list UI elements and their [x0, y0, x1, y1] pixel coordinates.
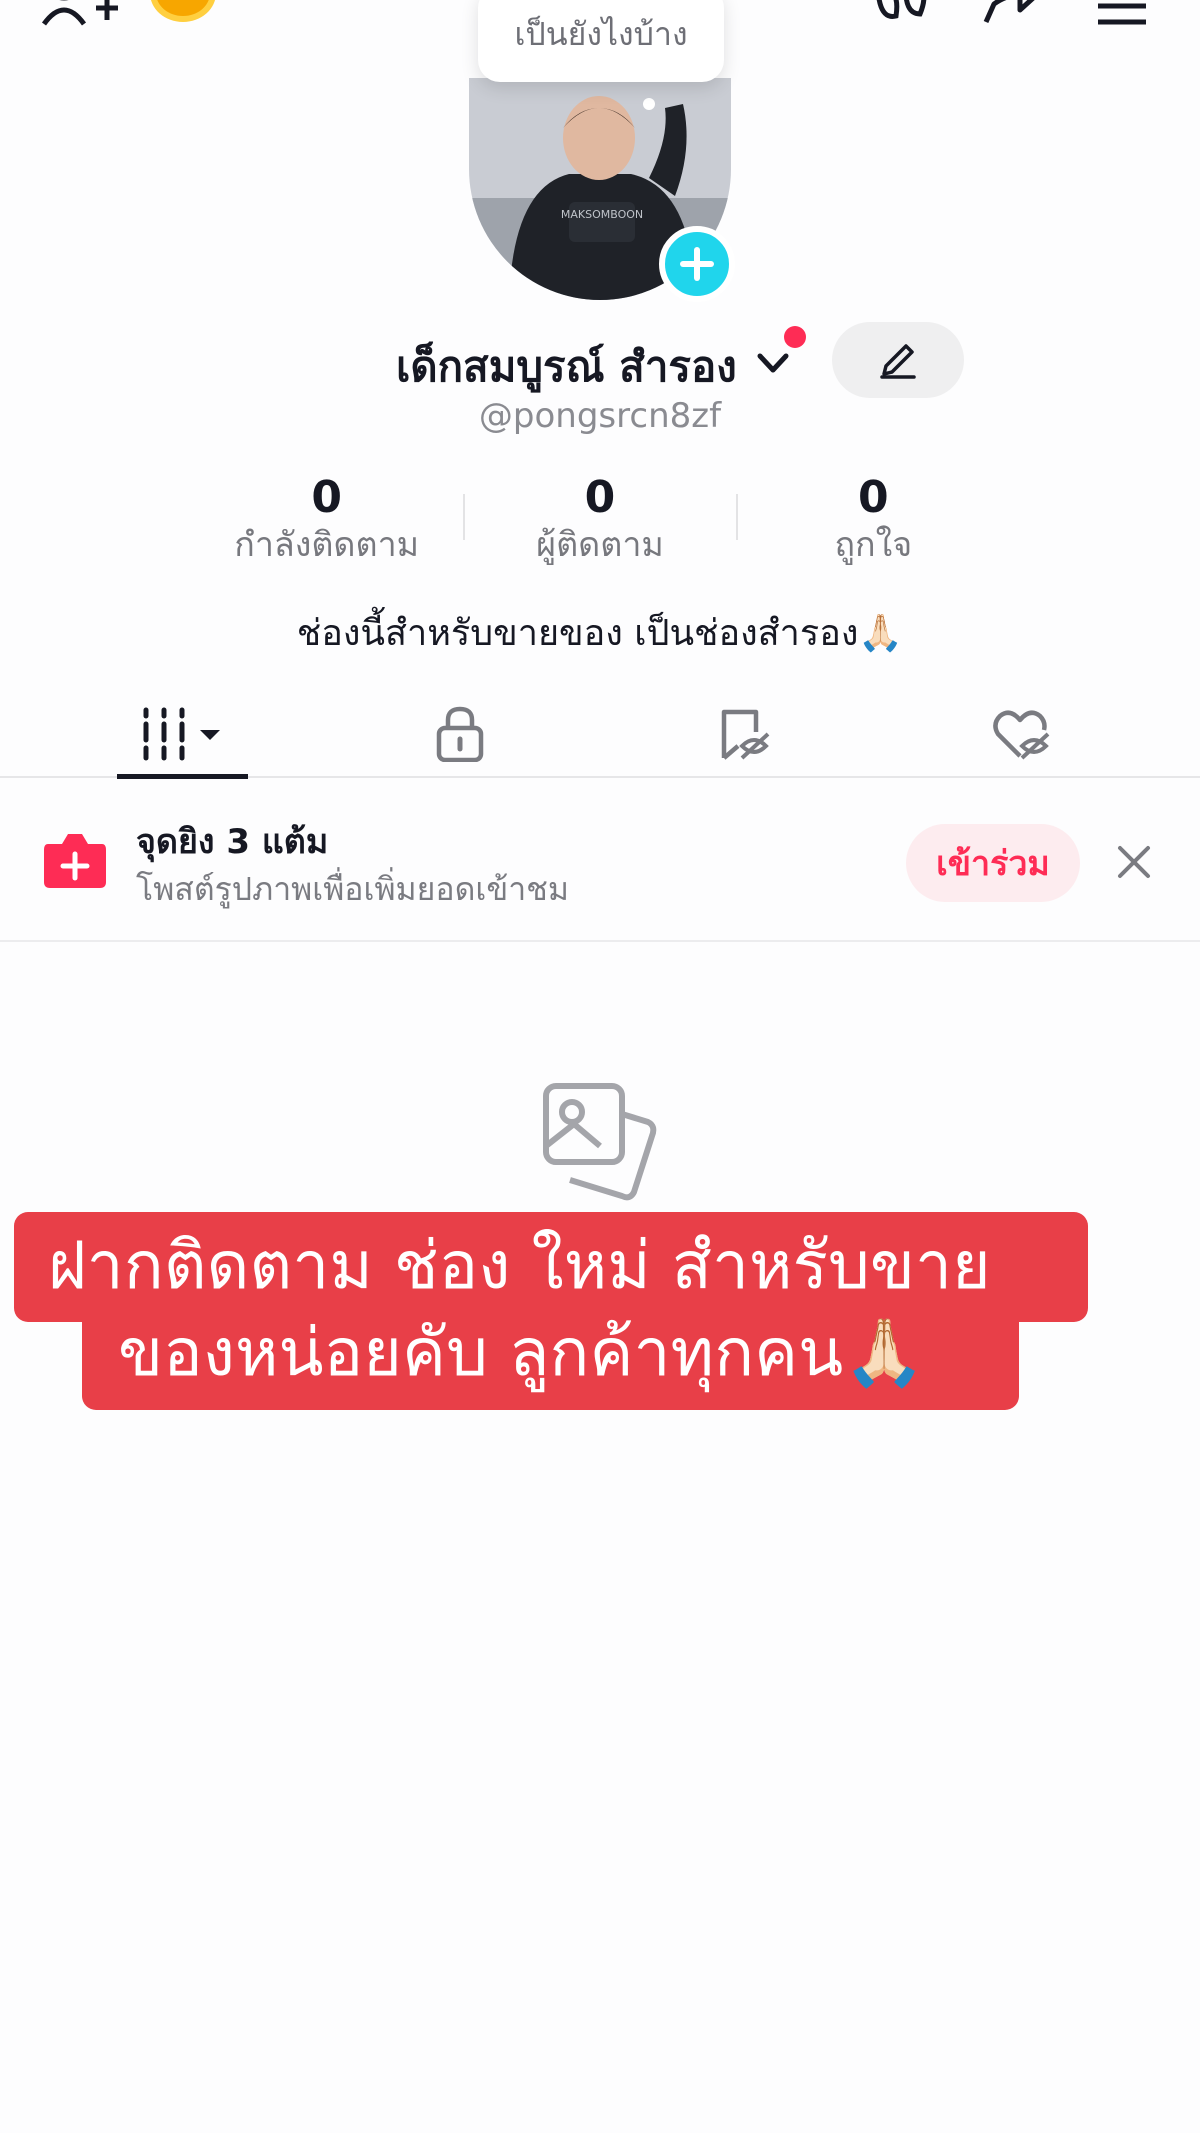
stat-value: 0 — [584, 472, 616, 523]
activity-bubble[interactable]: เป็นยังไงบ้าง — [478, 0, 724, 82]
notification-dot — [784, 326, 806, 348]
tab-liked[interactable] — [960, 690, 1080, 778]
caption-line-2: ของหน่อยคับ ลูกค้าทุกคน🙏🏻 — [82, 1304, 1019, 1410]
stat-label: ถูกใจ — [834, 525, 913, 565]
plus-icon — [680, 247, 714, 281]
edit-profile-button[interactable] — [832, 322, 964, 398]
add-friend-icon[interactable] — [40, 0, 120, 26]
liked-hidden-icon — [993, 710, 1050, 760]
footprint-icon[interactable] — [870, 0, 934, 26]
display-name[interactable]: เด็กสมบูรณ์ สำรอง — [396, 334, 737, 400]
add-story-button[interactable] — [659, 226, 735, 302]
stat-value: 0 — [858, 472, 889, 523]
stat-followers[interactable]: 0 ผู้ติดตาม — [463, 474, 736, 566]
stat-label: ผู้ติดตาม — [536, 525, 664, 565]
banner-subtitle: โพสต์รูปภาพเพื่อเพิ่มยอดเข้าชม — [136, 870, 569, 908]
divider — [463, 494, 465, 540]
challenge-banner[interactable]: จุดยิง 3 แต้ม โพสต์รูปภาพเพื่อเพิ่มยอดเข… — [0, 780, 1200, 942]
content-tabs — [0, 690, 1200, 779]
tab-videos[interactable] — [117, 690, 248, 778]
profile-stats: 0 กำลังติดตาม 0 ผู้ติดตาม 0 ถูกใจ — [190, 474, 1010, 566]
private-lock-icon — [436, 706, 484, 762]
chevron-down-icon[interactable] — [756, 346, 790, 380]
pencil-icon — [880, 344, 916, 379]
close-icon[interactable] — [1114, 842, 1154, 882]
stat-label: กำลังติดตาม — [234, 525, 420, 565]
stat-value: 0 — [311, 472, 342, 523]
active-tab-indicator — [117, 774, 248, 779]
profile-bio: ช่องนี้สำหรับขายของ เป็นช่องสำรอง🙏🏻 — [296, 613, 904, 654]
tab-favorites[interactable] — [684, 690, 804, 778]
coin-icon[interactable] — [150, 0, 216, 22]
share-icon[interactable] — [980, 0, 1044, 26]
join-button[interactable]: เข้าร่วม — [906, 824, 1080, 902]
videos-grid-icon — [143, 707, 220, 761]
hoodie-print: MAKSOMBOON — [561, 208, 643, 221]
divider — [736, 494, 738, 540]
menu-icon[interactable] — [1096, 0, 1148, 26]
stat-following[interactable]: 0 กำลังติดตาม — [190, 474, 463, 566]
favorites-hidden-icon — [721, 709, 770, 760]
banner-title: จุดยิง 3 แต้ม — [136, 822, 329, 862]
empty-photos-icon — [543, 1083, 657, 1201]
photo-post-icon — [44, 834, 106, 888]
stat-likes[interactable]: 0 ถูกใจ — [737, 474, 1010, 566]
username: @pongsrcn8zf — [478, 396, 722, 436]
profile-name-row: เด็กสมบูรณ์ สำรอง — [0, 322, 1200, 398]
tab-private[interactable] — [400, 690, 520, 778]
